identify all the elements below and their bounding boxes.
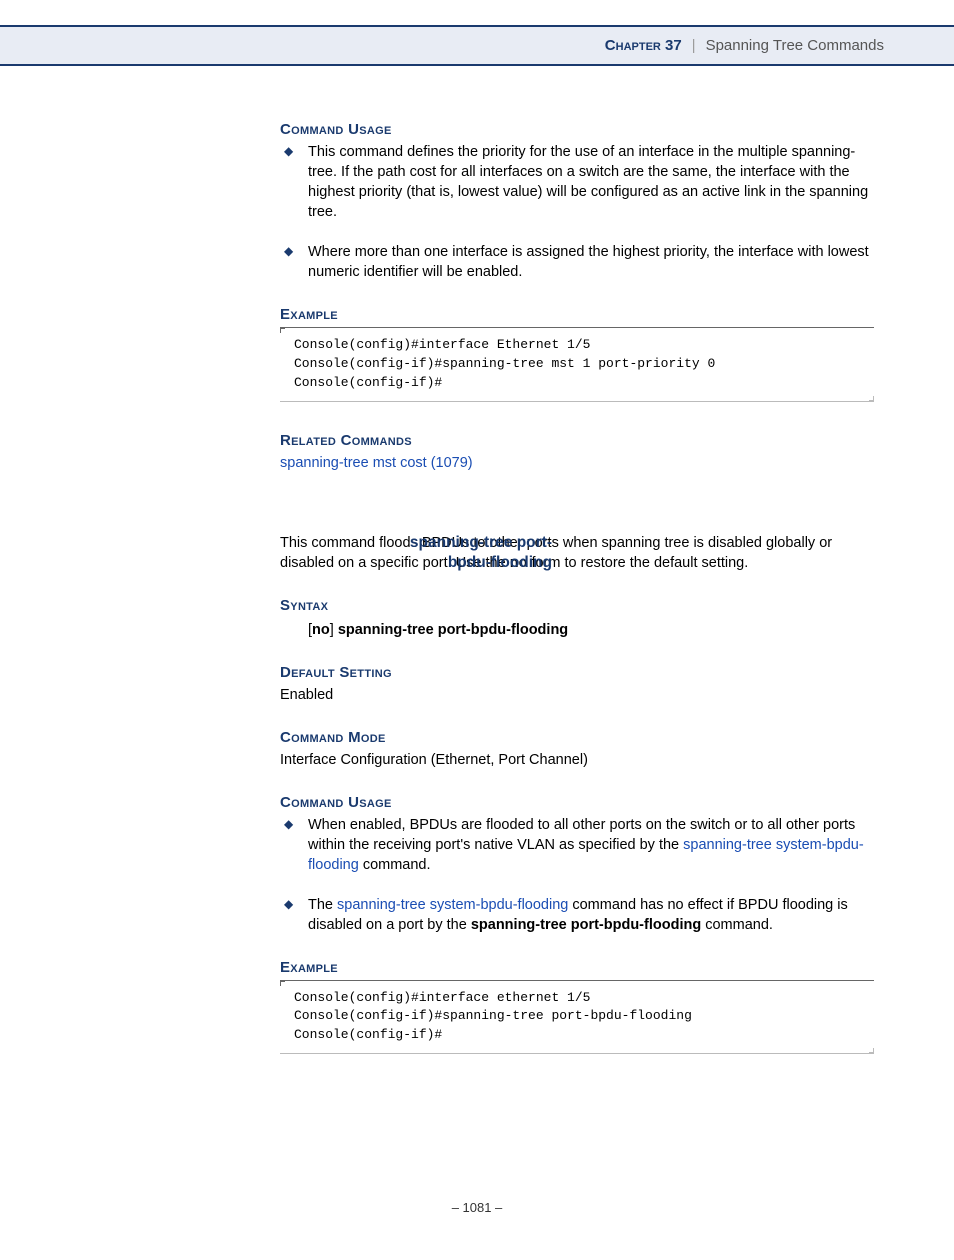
chapter-title: Spanning Tree Commands — [706, 37, 884, 54]
command-usage-heading-2: Command Usage — [280, 794, 874, 811]
syntax-no: no — [312, 622, 330, 638]
usage-bullet: Where more than one interface is assigne… — [280, 242, 874, 282]
margin-title-line2: bpdu-flooding — [448, 554, 552, 571]
command-mode-heading: Command Mode — [280, 729, 874, 746]
command-usage-heading: Command Usage — [280, 121, 874, 138]
syntax-cmd: spanning-tree port-bpdu-flooding — [338, 622, 568, 638]
usage-bullet: The spanning-tree system-bpdu-flooding c… — [280, 895, 874, 935]
bullet-text-pre: The — [308, 897, 337, 913]
default-setting-value: Enabled — [280, 685, 874, 705]
example-heading-2: Example — [280, 959, 874, 976]
example-heading: Example — [280, 306, 874, 323]
chapter-label: Chapter 37 — [605, 37, 682, 54]
usage-bullet-list: This command defines the priority for th… — [280, 142, 874, 282]
bullet-text-post: command. — [701, 917, 773, 933]
command-section: spanning-tree port- bpdu-flooding This c… — [280, 533, 874, 1055]
usage-bullet: When enabled, BPDUs are flooded to all o… — [280, 815, 874, 875]
page-number: – 1081 – — [0, 1200, 954, 1215]
bullet-text-bold: spanning-tree port-bpdu-flooding — [471, 917, 701, 933]
usage-bullet-list-2: When enabled, BPDUs are flooded to all o… — [280, 815, 874, 935]
syntax-heading: Syntax — [280, 597, 874, 614]
syntax-line: [no] spanning-tree port-bpdu-flooding — [308, 620, 874, 640]
command-mode-value: Interface Configuration (Ethernet, Port … — [280, 750, 874, 770]
example-code-block-2: Console(config)#interface ethernet 1/5 C… — [280, 980, 874, 1055]
default-setting-heading: Default Setting — [280, 664, 874, 681]
header-separator: | — [692, 38, 696, 54]
intro-text-post: form to restore the default setting. — [527, 555, 748, 571]
margin-title-line1: spanning-tree port- — [410, 534, 552, 551]
usage-bullet: This command defines the priority for th… — [280, 142, 874, 222]
related-command-link[interactable]: spanning-tree mst cost (1079) — [280, 455, 473, 471]
command-margin-title: spanning-tree port- bpdu-flooding — [372, 533, 552, 573]
related-commands-heading: Related Commands — [280, 432, 874, 449]
bullet-text-post: command. — [359, 857, 431, 873]
syntax-bracket-close: ] — [330, 622, 338, 638]
command-intro: This command floods BPDUs to other ports… — [280, 533, 874, 573]
page-header: Chapter 37 | Spanning Tree Commands — [0, 25, 954, 66]
bpdu-flooding-link[interactable]: spanning-tree system-bpdu-flooding — [337, 897, 568, 913]
main-content: Command Usage This command defines the p… — [280, 121, 874, 1054]
example-code-block: Console(config)#interface Ethernet 1/5 C… — [280, 327, 874, 402]
